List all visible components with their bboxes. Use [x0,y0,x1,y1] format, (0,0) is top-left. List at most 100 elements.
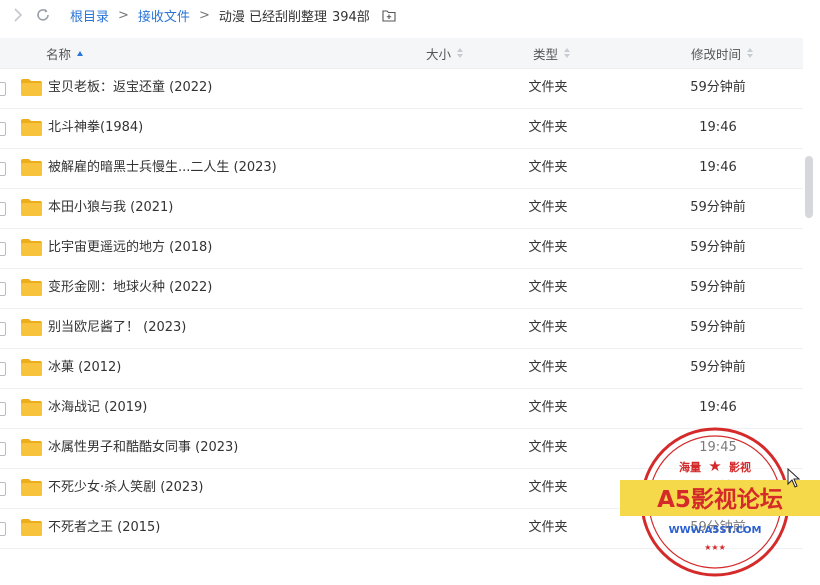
folder-icon [21,159,42,176]
file-type: 文件夹 [528,440,568,455]
folder-icon [21,479,42,496]
breadcrumb-separator: > [118,7,129,23]
breadcrumb: 根目录 > 接收文件 > 动漫 已经刮削整理 394部 [70,6,396,25]
file-name[interactable]: 宝贝老板：返宝还童 (2022) [48,68,212,108]
row-checkbox[interactable] [0,282,6,296]
file-row[interactable]: 本田小狼与我 (2021) 文件夹 59分钟前 [0,188,803,229]
file-name[interactable]: 别当欧尼酱了！ (2023) [48,308,186,348]
file-name[interactable]: 不死少女·杀人笑剧 (2023) [48,468,204,508]
column-modified-label: 修改时间 [691,46,742,62]
file-modified-time: 59分钟前 [690,520,746,535]
new-folder-button[interactable] [382,8,396,22]
folder-icon [21,519,42,536]
column-type-header[interactable]: 类型 [533,38,571,68]
refresh-button[interactable] [34,6,52,24]
file-type: 文件夹 [528,280,568,295]
breadcrumb-current: 动漫 已经刮削整理 [218,9,327,25]
row-checkbox[interactable] [0,242,6,256]
file-type: 文件夹 [528,320,568,335]
file-name[interactable]: 本田小狼与我 (2021) [48,188,173,228]
file-type: 文件夹 [528,360,568,375]
file-row[interactable]: 别当欧尼酱了！ (2023) 文件夹 59分钟前 [0,308,803,349]
file-type: 文件夹 [528,120,568,135]
folder-icon [21,439,42,456]
column-type-label: 类型 [533,46,559,62]
file-modified-time: 59分钟前 [690,80,746,95]
file-row[interactable]: 被解雇的暗黑士兵慢生...二人生 (2023) 文件夹 19:46 [0,148,803,189]
file-row[interactable]: 不死少女·杀人笑剧 (2023) 文件夹 59分钟前 [0,468,803,509]
column-size-header[interactable]: 大小 [426,38,464,68]
file-modified-time: 19:46 [699,160,737,175]
file-modified-time: 59分钟前 [690,480,746,495]
file-type: 文件夹 [528,240,568,255]
file-type: 文件夹 [528,160,568,175]
vertical-scrollbar-thumb[interactable] [805,156,813,218]
file-modified-time: 59分钟前 [690,240,746,255]
file-modified-time: 19:45 [699,440,737,455]
folder-icon [21,319,42,336]
file-modified-time: 59分钟前 [690,320,746,335]
folder-icon [21,239,42,256]
row-checkbox[interactable] [0,522,6,536]
sort-icon [747,48,754,58]
forward-button[interactable] [9,6,27,24]
file-type: 文件夹 [528,520,568,535]
file-row[interactable]: 比宇宙更遥远的地方 (2018) 文件夹 59分钟前 [0,228,803,269]
folder-icon [21,119,42,136]
row-checkbox[interactable] [0,162,6,176]
file-row[interactable]: 不死者之王 (2015) 文件夹 59分钟前 [0,508,803,549]
row-checkbox[interactable] [0,402,6,416]
folder-icon [21,199,42,216]
file-row[interactable]: 北斗神拳(1984) 文件夹 19:46 [0,108,803,149]
file-type: 文件夹 [528,400,568,415]
refresh-icon [37,8,49,21]
row-checkbox[interactable] [0,202,6,216]
file-name[interactable]: 冰属性男子和酷酷女同事 (2023) [48,428,238,468]
file-type: 文件夹 [528,200,568,215]
file-name[interactable]: 不死者之王 (2015) [48,508,160,548]
column-modified-header[interactable]: 修改时间 [691,38,754,68]
sort-icon [457,48,464,58]
column-name-header[interactable]: 名称 [46,38,84,68]
row-checkbox[interactable] [0,482,6,496]
column-header: 名称 大小 类型 修改时间 [0,38,803,69]
breadcrumb-root[interactable]: 根目录 [70,6,109,25]
chevron-right-icon [14,8,23,22]
file-name[interactable]: 北斗神拳(1984) [48,108,143,148]
sort-ascending-icon [77,50,84,56]
row-checkbox[interactable] [0,122,6,136]
folder-icon [21,399,42,416]
breadcrumb-separator: > [198,7,210,23]
folder-icon [21,279,42,296]
top-navigation-bar: 根目录 > 接收文件 > 动漫 已经刮削整理 394部 [0,0,820,30]
file-name[interactable]: 被解雇的暗黑士兵慢生...二人生 (2023) [48,148,277,188]
row-checkbox[interactable] [0,442,6,456]
column-name-label: 名称 [46,46,72,62]
file-row[interactable]: 冰菓 (2012) 文件夹 59分钟前 [0,348,803,389]
file-modified-time: 59分钟前 [690,280,746,295]
file-modified-time: 19:46 [699,400,737,415]
file-row[interactable]: 宝贝老板：返宝还童 (2022) 文件夹 59分钟前 [0,68,803,109]
row-checkbox[interactable] [0,322,6,336]
mouse-cursor-icon [787,468,801,488]
file-modified-time: 19:46 [699,120,737,135]
file-name[interactable]: 冰菓 (2012) [48,348,121,388]
breadcrumb-parent[interactable]: 接收文件 [138,6,190,25]
column-size-label: 大小 [426,46,452,62]
file-row[interactable]: 冰属性男子和酷酷女同事 (2023) 文件夹 19:45 [0,428,803,469]
file-row[interactable]: 冰海战记 (2019) 文件夹 19:46 [0,388,803,429]
file-modified-time: 59分钟前 [690,200,746,215]
add-folder-icon [382,9,396,22]
file-type: 文件夹 [528,480,568,495]
item-count: 394部 [331,9,370,25]
file-row[interactable]: 变形金刚：地球火种 (2022) 文件夹 59分钟前 [0,268,803,309]
file-name[interactable]: 比宇宙更遥远的地方 (2018) [48,228,212,268]
file-type: 文件夹 [528,80,568,95]
row-checkbox[interactable] [0,82,6,96]
file-name[interactable]: 冰海战记 (2019) [48,388,147,428]
row-checkbox[interactable] [0,362,6,376]
folder-icon [21,79,42,96]
file-name[interactable]: 变形金刚：地球火种 (2022) [48,268,212,308]
folder-icon [21,359,42,376]
sort-icon [564,48,571,58]
